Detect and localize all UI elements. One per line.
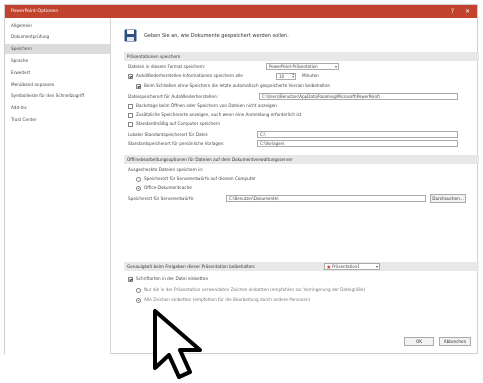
mouse-pointer-icon (153, 309, 202, 379)
format-select[interactable]: PowerPoint-Präsentation ▾ (266, 63, 339, 70)
embed-fonts-checkbox[interactable] (128, 277, 133, 282)
autorecover-minutes-input[interactable]: 10 ▴ ▾ (276, 73, 296, 80)
fidelity-title: Genauigkeit beim Freigeben dieser Präsen… (127, 264, 256, 269)
chevron-down-icon: ▾ (375, 264, 378, 269)
sidebar-item-menueband[interactable]: Menüband anpassen (5, 80, 110, 90)
radio-all-chars-label: Alle Zeichen einbetten (empfohlen für di… (144, 297, 311, 302)
sidebar-item-sprache[interactable]: Sprache (5, 56, 110, 66)
radio-used-chars[interactable] (136, 288, 141, 293)
page-description: Geben Sie an, wie Dokumente gespeichert … (144, 33, 289, 39)
format-label: Dateien in diesem Format speichern: (128, 64, 206, 69)
local-location-label: Lokaler Standardspeicherort für Datei: (128, 132, 209, 137)
sidebar: Allgemein Dokumentprüfung Speichern Spra… (5, 18, 111, 354)
keep-last-version-label: Beim Schließen ohne Speichern die letzte… (144, 83, 331, 88)
section-fidelity: Genauigkeit beim Freigeben dieser Präsen… (124, 262, 479, 271)
sidebar-item-erweitert[interactable]: Erweitert (5, 68, 110, 78)
autorecover-location-input[interactable]: C:\Users\Benutzer\AppData\Roaming\Micros… (259, 93, 458, 100)
minutes-label: Minuten (302, 73, 319, 78)
section-offline-editing: Offlinebearbeitungsoptionen für Dateien … (124, 155, 479, 164)
autorecover-location-label: Dateispeicherort für AutoWiederherstelle… (128, 94, 219, 99)
radio-server-drafts[interactable] (136, 177, 141, 182)
sidebar-item-trust-center[interactable]: Trust Center (5, 115, 110, 125)
sidebar-item-dokumentpruefung[interactable]: Dokumentprüfung (5, 32, 110, 42)
local-location-input[interactable]: C:\ (257, 131, 458, 138)
help-button[interactable]: ? (448, 7, 457, 16)
presentation-select[interactable]: ▣ Präsentation1 ▾ (324, 263, 380, 270)
browse-button[interactable]: Durchsuchen... (430, 194, 466, 203)
sidebar-item-speichern[interactable]: Speichern (5, 44, 110, 54)
ok-button[interactable]: OK (404, 337, 434, 346)
additional-places-checkbox[interactable] (128, 113, 133, 118)
close-button[interactable]: ✕ (463, 7, 472, 16)
window-title: PowerPoint-Optionen (11, 9, 59, 14)
drafts-location-input[interactable]: C:\Benutzer\Dokumente\ (226, 195, 426, 202)
sidebar-item-add-ins[interactable]: Add-Ins (5, 103, 110, 113)
spinner-arrows-icon[interactable]: ▴ ▾ (292, 74, 294, 79)
title-bar: PowerPoint-Optionen ? ✕ (5, 5, 477, 18)
presentation-select-value: Präsentation1 (332, 264, 360, 269)
drafts-location-label: Speicherort für Serverentwürfe: (128, 196, 195, 201)
default-local-checkbox[interactable] (128, 122, 133, 127)
cancel-button[interactable]: Abbrechen (439, 337, 471, 346)
save-checked-out-label: Ausgecheckte Dateien speichern in: (128, 167, 204, 172)
radio-office-cache-label: Office-Dokumentcache (144, 185, 192, 190)
format-select-value: PowerPoint-Präsentation (269, 64, 318, 69)
sidebar-item-allgemein[interactable]: Allgemein (5, 21, 110, 31)
embed-fonts-label: Schriftarten in der Datei einbetten (136, 276, 209, 281)
autorecover-checkbox[interactable] (128, 74, 133, 79)
autorecover-label: AutoWiederherstellen-Informationen speic… (136, 73, 243, 78)
radio-office-cache[interactable] (136, 186, 141, 191)
default-local-label: Standardmäßig auf Computer speichern (136, 121, 221, 126)
backstage-checkbox[interactable] (128, 104, 133, 109)
section-save-presentations: Präsentationen speichern (124, 52, 479, 61)
options-dialog: PowerPoint-Optionen ? ✕ Allgemein Dokume… (4, 4, 479, 354)
radio-all-chars[interactable] (136, 298, 141, 303)
sidebar-item-schnellzugriff[interactable]: Symbolleiste für den Schnellzugriff (5, 91, 110, 101)
save-disk-icon (124, 29, 137, 42)
keep-last-version-checkbox[interactable] (136, 84, 141, 89)
personal-templates-input[interactable]: C:\Vorlagen\ (257, 140, 458, 147)
options-content: Geben Sie an, wie Dokumente gespeichert … (112, 18, 479, 330)
radio-server-drafts-label: Speicherort für Serverentwürfe auf diese… (144, 176, 256, 181)
chevron-down-icon: ▾ (334, 64, 337, 69)
radio-used-chars-label: Nur die in der Präsentation verwendeten … (144, 287, 366, 292)
autorecover-minutes-value: 10 (279, 74, 285, 79)
additional-places-label: Zusätzliche Speicherorte anzeigen, auch … (136, 112, 302, 117)
backstage-label: Backstage beim Öffnen oder Speichern von… (136, 103, 277, 108)
personal-templates-label: Standardspeicherort für persönliche Vorl… (128, 141, 225, 146)
